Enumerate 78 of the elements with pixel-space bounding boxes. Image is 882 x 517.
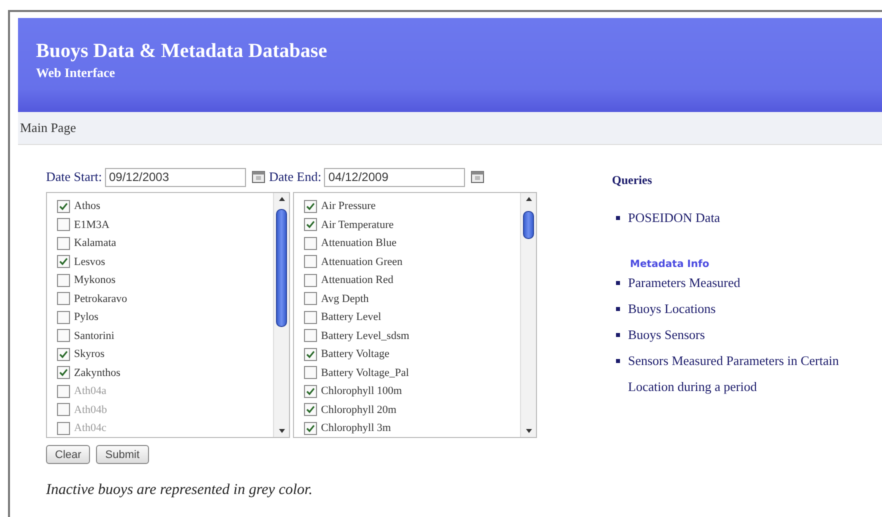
checkbox-label: Chlorophyll 100m: [321, 385, 402, 398]
checkbox-label: Skyros: [74, 348, 105, 360]
checkbox-label: Petrokaravo: [74, 292, 128, 305]
query-link[interactable]: POSEIDON Data: [628, 205, 720, 231]
date-label: Date Start:: [46, 169, 102, 185]
checkbox-label: Ath04a: [74, 385, 106, 398]
bullet-icon: [616, 307, 620, 311]
checkbox[interactable]: [304, 403, 317, 416]
query-link[interactable]: Parameters Measured: [628, 270, 740, 296]
checkbox-label: Ath04b: [74, 404, 107, 416]
bullet-icon: [616, 216, 620, 220]
site-title: Buoys Data & Metadata Database: [36, 40, 328, 63]
checkbox-label: Chlorophyll 20m: [321, 404, 396, 416]
query-link[interactable]: Buoys Locations: [628, 296, 716, 322]
checkbox[interactable]: [57, 218, 70, 232]
section-heading: Queries: [612, 173, 653, 188]
checkbox-label: Ath04c: [74, 422, 106, 434]
checkbox-label: Lesvos: [74, 256, 106, 268]
bullet-icon: [616, 359, 620, 363]
checkbox[interactable]: [304, 292, 317, 306]
submit-button[interactable]: Submit: [96, 445, 149, 464]
checkbox[interactable]: [57, 236, 70, 250]
checkbox-label: Battery Level_sdsm: [321, 330, 410, 342]
checkbox-label: Avg Depth: [321, 292, 369, 305]
checkbox[interactable]: [57, 274, 70, 287]
footnote: Inactive buoys are represented in grey color.: [46, 482, 314, 499]
nav-link[interactable]: Main Page: [20, 120, 76, 136]
checkbox-label: Battery Voltage: [321, 348, 390, 360]
checkbox[interactable]: [304, 422, 317, 435]
section-heading: Metadata Info: [630, 259, 710, 270]
checkbox[interactable]: [304, 200, 317, 213]
checkbox[interactable]: [304, 255, 317, 268]
checkbox-label: Air Pressure: [321, 200, 376, 212]
checkbox-label: Battery Voltage_Pal: [321, 366, 409, 379]
checkbox-label: Kalamata: [74, 237, 116, 250]
checkbox-label: Attenuation Green: [321, 256, 403, 268]
checkbox-label: Zakynthos: [74, 366, 120, 379]
checkbox[interactable]: [304, 218, 317, 232]
bullet-icon: [616, 281, 620, 285]
checkbox-label: Athos: [74, 200, 100, 212]
date-label: Date End:: [268, 169, 322, 185]
checkbox[interactable]: [57, 329, 70, 342]
date-field[interactable]: 04/12/2009: [324, 168, 466, 186]
calendar-icon[interactable]: [252, 171, 265, 183]
checkbox[interactable]: [57, 403, 70, 416]
checkbox-label: Attenuation Red: [321, 274, 394, 286]
checkbox[interactable]: [304, 236, 317, 250]
checkbox-label: Battery Level: [321, 311, 382, 324]
query-link[interactable]: Buoys Sensors: [628, 322, 705, 348]
checkbox-label: Air Temperature: [321, 218, 394, 231]
checkbox[interactable]: [57, 310, 70, 324]
checkbox[interactable]: [304, 348, 317, 361]
site-subtitle: Web Interface: [36, 65, 116, 81]
checkbox-label: Santorini: [74, 330, 114, 342]
checkbox-label: Mykonos: [74, 274, 116, 286]
checkbox[interactable]: [304, 366, 317, 380]
checkbox-label: Pylos: [74, 311, 98, 324]
checkbox[interactable]: [57, 348, 70, 361]
checkbox[interactable]: [57, 292, 70, 306]
checkbox[interactable]: [304, 329, 317, 342]
clear-button[interactable]: Clear: [46, 445, 90, 464]
checkbox-label: E1M3A: [74, 218, 110, 231]
calendar-icon[interactable]: [471, 171, 484, 183]
checkbox-label: Chlorophyll 3m: [321, 422, 391, 434]
checkbox[interactable]: [304, 384, 317, 398]
checkbox[interactable]: [57, 255, 70, 268]
checkbox[interactable]: [57, 366, 70, 380]
checkbox[interactable]: [304, 274, 317, 287]
checkbox-label: Attenuation Blue: [321, 237, 396, 250]
checkbox[interactable]: [304, 310, 317, 324]
date-field[interactable]: 09/12/2003: [104, 168, 246, 186]
checkbox[interactable]: [57, 422, 70, 435]
checkbox[interactable]: [57, 384, 70, 398]
scrollbar[interactable]: [273, 193, 289, 437]
scrollbar[interactable]: [520, 193, 536, 437]
query-link[interactable]: Sensors Measured Parameters in Certain Location during a period: [628, 348, 872, 400]
bullet-icon: [616, 333, 620, 337]
checkbox[interactable]: [57, 200, 70, 213]
